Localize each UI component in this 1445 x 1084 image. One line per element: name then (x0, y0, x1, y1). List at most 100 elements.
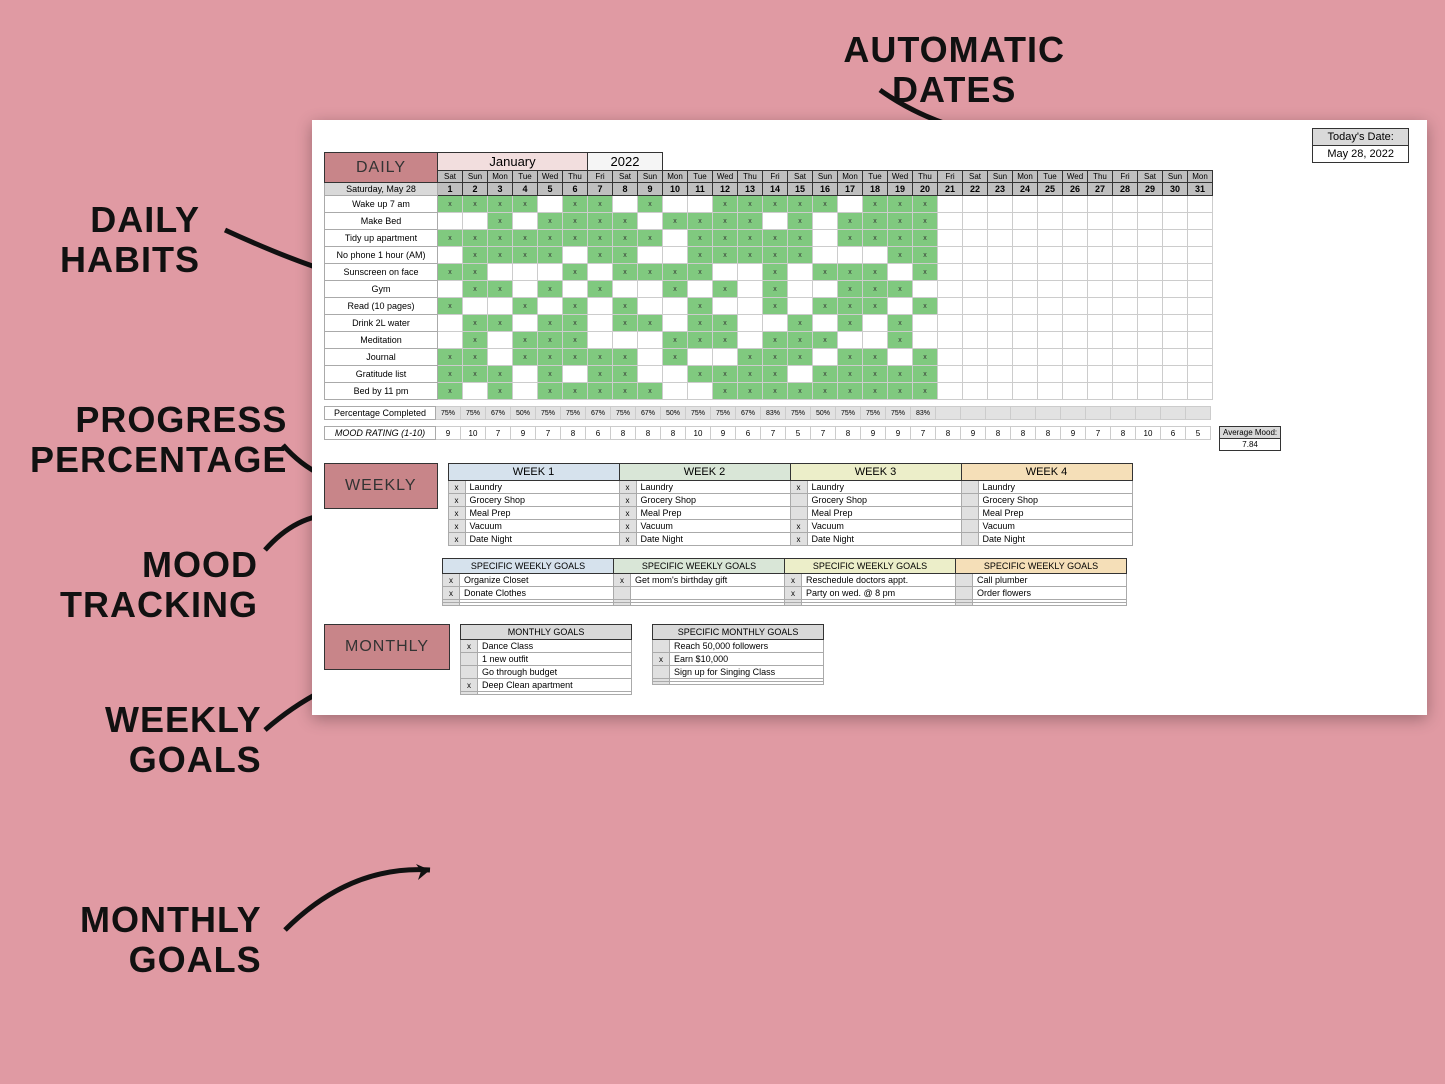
habit-cell[interactable]: x (713, 366, 738, 383)
habit-cell[interactable]: x (538, 332, 563, 349)
habit-cell[interactable] (588, 332, 613, 349)
mood-cell[interactable]: 9 (961, 427, 986, 440)
habit-cell[interactable] (1138, 383, 1163, 400)
habit-cell[interactable] (1038, 230, 1063, 247)
habit-cell[interactable] (1013, 213, 1038, 230)
habit-cell[interactable] (638, 298, 663, 315)
habit-cell[interactable] (438, 247, 463, 264)
goal-checkbox[interactable]: x (443, 574, 460, 587)
mgoal-text[interactable]: Dance Class (478, 640, 632, 653)
habit-cell[interactable]: x (613, 247, 638, 264)
habit-cell[interactable] (1113, 332, 1138, 349)
habit-cell[interactable]: x (763, 264, 788, 281)
habit-cell[interactable] (888, 298, 913, 315)
habit-cell[interactable] (438, 315, 463, 332)
sgoal-text[interactable] (670, 682, 824, 685)
habit-cell[interactable]: x (838, 366, 863, 383)
habit-cell[interactable] (763, 213, 788, 230)
habit-cell[interactable] (963, 264, 988, 281)
habit-cell[interactable] (1088, 349, 1113, 366)
task-text[interactable]: Meal Prep (978, 507, 1132, 520)
habit-cell[interactable]: x (813, 383, 838, 400)
task-checkbox[interactable] (961, 520, 978, 533)
habit-cell[interactable] (963, 230, 988, 247)
habit-cell[interactable]: x (688, 264, 713, 281)
mood-cell[interactable]: 8 (636, 427, 661, 440)
habit-cell[interactable] (1188, 332, 1213, 349)
habit-cell[interactable]: x (463, 315, 488, 332)
habit-cell[interactable]: x (888, 281, 913, 298)
habit-cell[interactable]: x (788, 230, 813, 247)
habit-cell[interactable] (988, 383, 1013, 400)
habit-cell[interactable] (888, 349, 913, 366)
habit-cell[interactable] (963, 213, 988, 230)
habit-cell[interactable] (963, 298, 988, 315)
habit-cell[interactable] (988, 247, 1013, 264)
habit-cell[interactable] (938, 196, 963, 213)
habit-cell[interactable] (938, 247, 963, 264)
habit-cell[interactable]: x (488, 383, 513, 400)
sgoal-text[interactable]: Sign up for Singing Class (670, 666, 824, 679)
habit-cell[interactable] (1113, 281, 1138, 298)
habit-cell[interactable] (588, 298, 613, 315)
habit-cell[interactable] (938, 281, 963, 298)
habit-cell[interactable]: x (813, 332, 838, 349)
habit-cell[interactable] (513, 383, 538, 400)
mood-cell[interactable]: 7 (486, 427, 511, 440)
habit-cell[interactable] (713, 349, 738, 366)
habit-cell[interactable] (638, 332, 663, 349)
task-text[interactable]: Laundry (978, 481, 1132, 494)
habit-cell[interactable]: x (763, 366, 788, 383)
habit-cell[interactable]: x (763, 196, 788, 213)
mood-cell[interactable]: 10 (461, 427, 486, 440)
habit-cell[interactable]: x (488, 196, 513, 213)
habit-cell[interactable]: x (538, 349, 563, 366)
habit-cell[interactable]: x (838, 298, 863, 315)
habit-cell[interactable] (788, 264, 813, 281)
habit-cell[interactable] (438, 213, 463, 230)
mood-cell[interactable]: 9 (711, 427, 736, 440)
habit-cell[interactable] (813, 213, 838, 230)
habit-cell[interactable]: x (463, 366, 488, 383)
habit-cell[interactable]: x (613, 298, 638, 315)
habit-cell[interactable] (1063, 383, 1088, 400)
habit-cell[interactable]: x (663, 349, 688, 366)
habit-cell[interactable] (738, 315, 763, 332)
habit-cell[interactable] (963, 315, 988, 332)
habit-cell[interactable]: x (588, 383, 613, 400)
habit-cell[interactable] (963, 366, 988, 383)
habit-cell[interactable] (988, 196, 1013, 213)
mood-cell[interactable]: 10 (1136, 427, 1161, 440)
task-checkbox[interactable]: x (619, 481, 636, 494)
habit-cell[interactable] (938, 366, 963, 383)
habit-cell[interactable]: x (888, 332, 913, 349)
habit-cell[interactable] (463, 298, 488, 315)
habit-cell[interactable]: x (763, 332, 788, 349)
habit-cell[interactable] (1188, 366, 1213, 383)
habit-cell[interactable] (813, 349, 838, 366)
habit-cell[interactable] (1163, 349, 1188, 366)
habit-cell[interactable]: x (838, 213, 863, 230)
habit-cell[interactable] (663, 383, 688, 400)
habit-cell[interactable] (963, 281, 988, 298)
habit-cell[interactable] (1163, 315, 1188, 332)
habit-cell[interactable]: x (613, 315, 638, 332)
mgoal-text[interactable]: 1 new outfit (478, 653, 632, 666)
habit-cell[interactable] (1113, 315, 1138, 332)
habit-cell[interactable] (488, 264, 513, 281)
habit-cell[interactable] (1138, 230, 1163, 247)
task-checkbox[interactable]: x (619, 533, 636, 546)
habit-cell[interactable]: x (538, 213, 563, 230)
habit-cell[interactable] (988, 298, 1013, 315)
habit-cell[interactable]: x (888, 213, 913, 230)
habit-cell[interactable] (988, 264, 1013, 281)
habit-cell[interactable] (513, 264, 538, 281)
habit-cell[interactable] (613, 281, 638, 298)
habit-cell[interactable]: x (813, 196, 838, 213)
habit-cell[interactable]: x (488, 230, 513, 247)
mgoal-text[interactable]: Deep Clean apartment (478, 679, 632, 692)
habit-cell[interactable]: x (763, 230, 788, 247)
habit-cell[interactable]: x (788, 383, 813, 400)
task-checkbox[interactable]: x (790, 520, 807, 533)
habit-cell[interactable]: x (788, 196, 813, 213)
